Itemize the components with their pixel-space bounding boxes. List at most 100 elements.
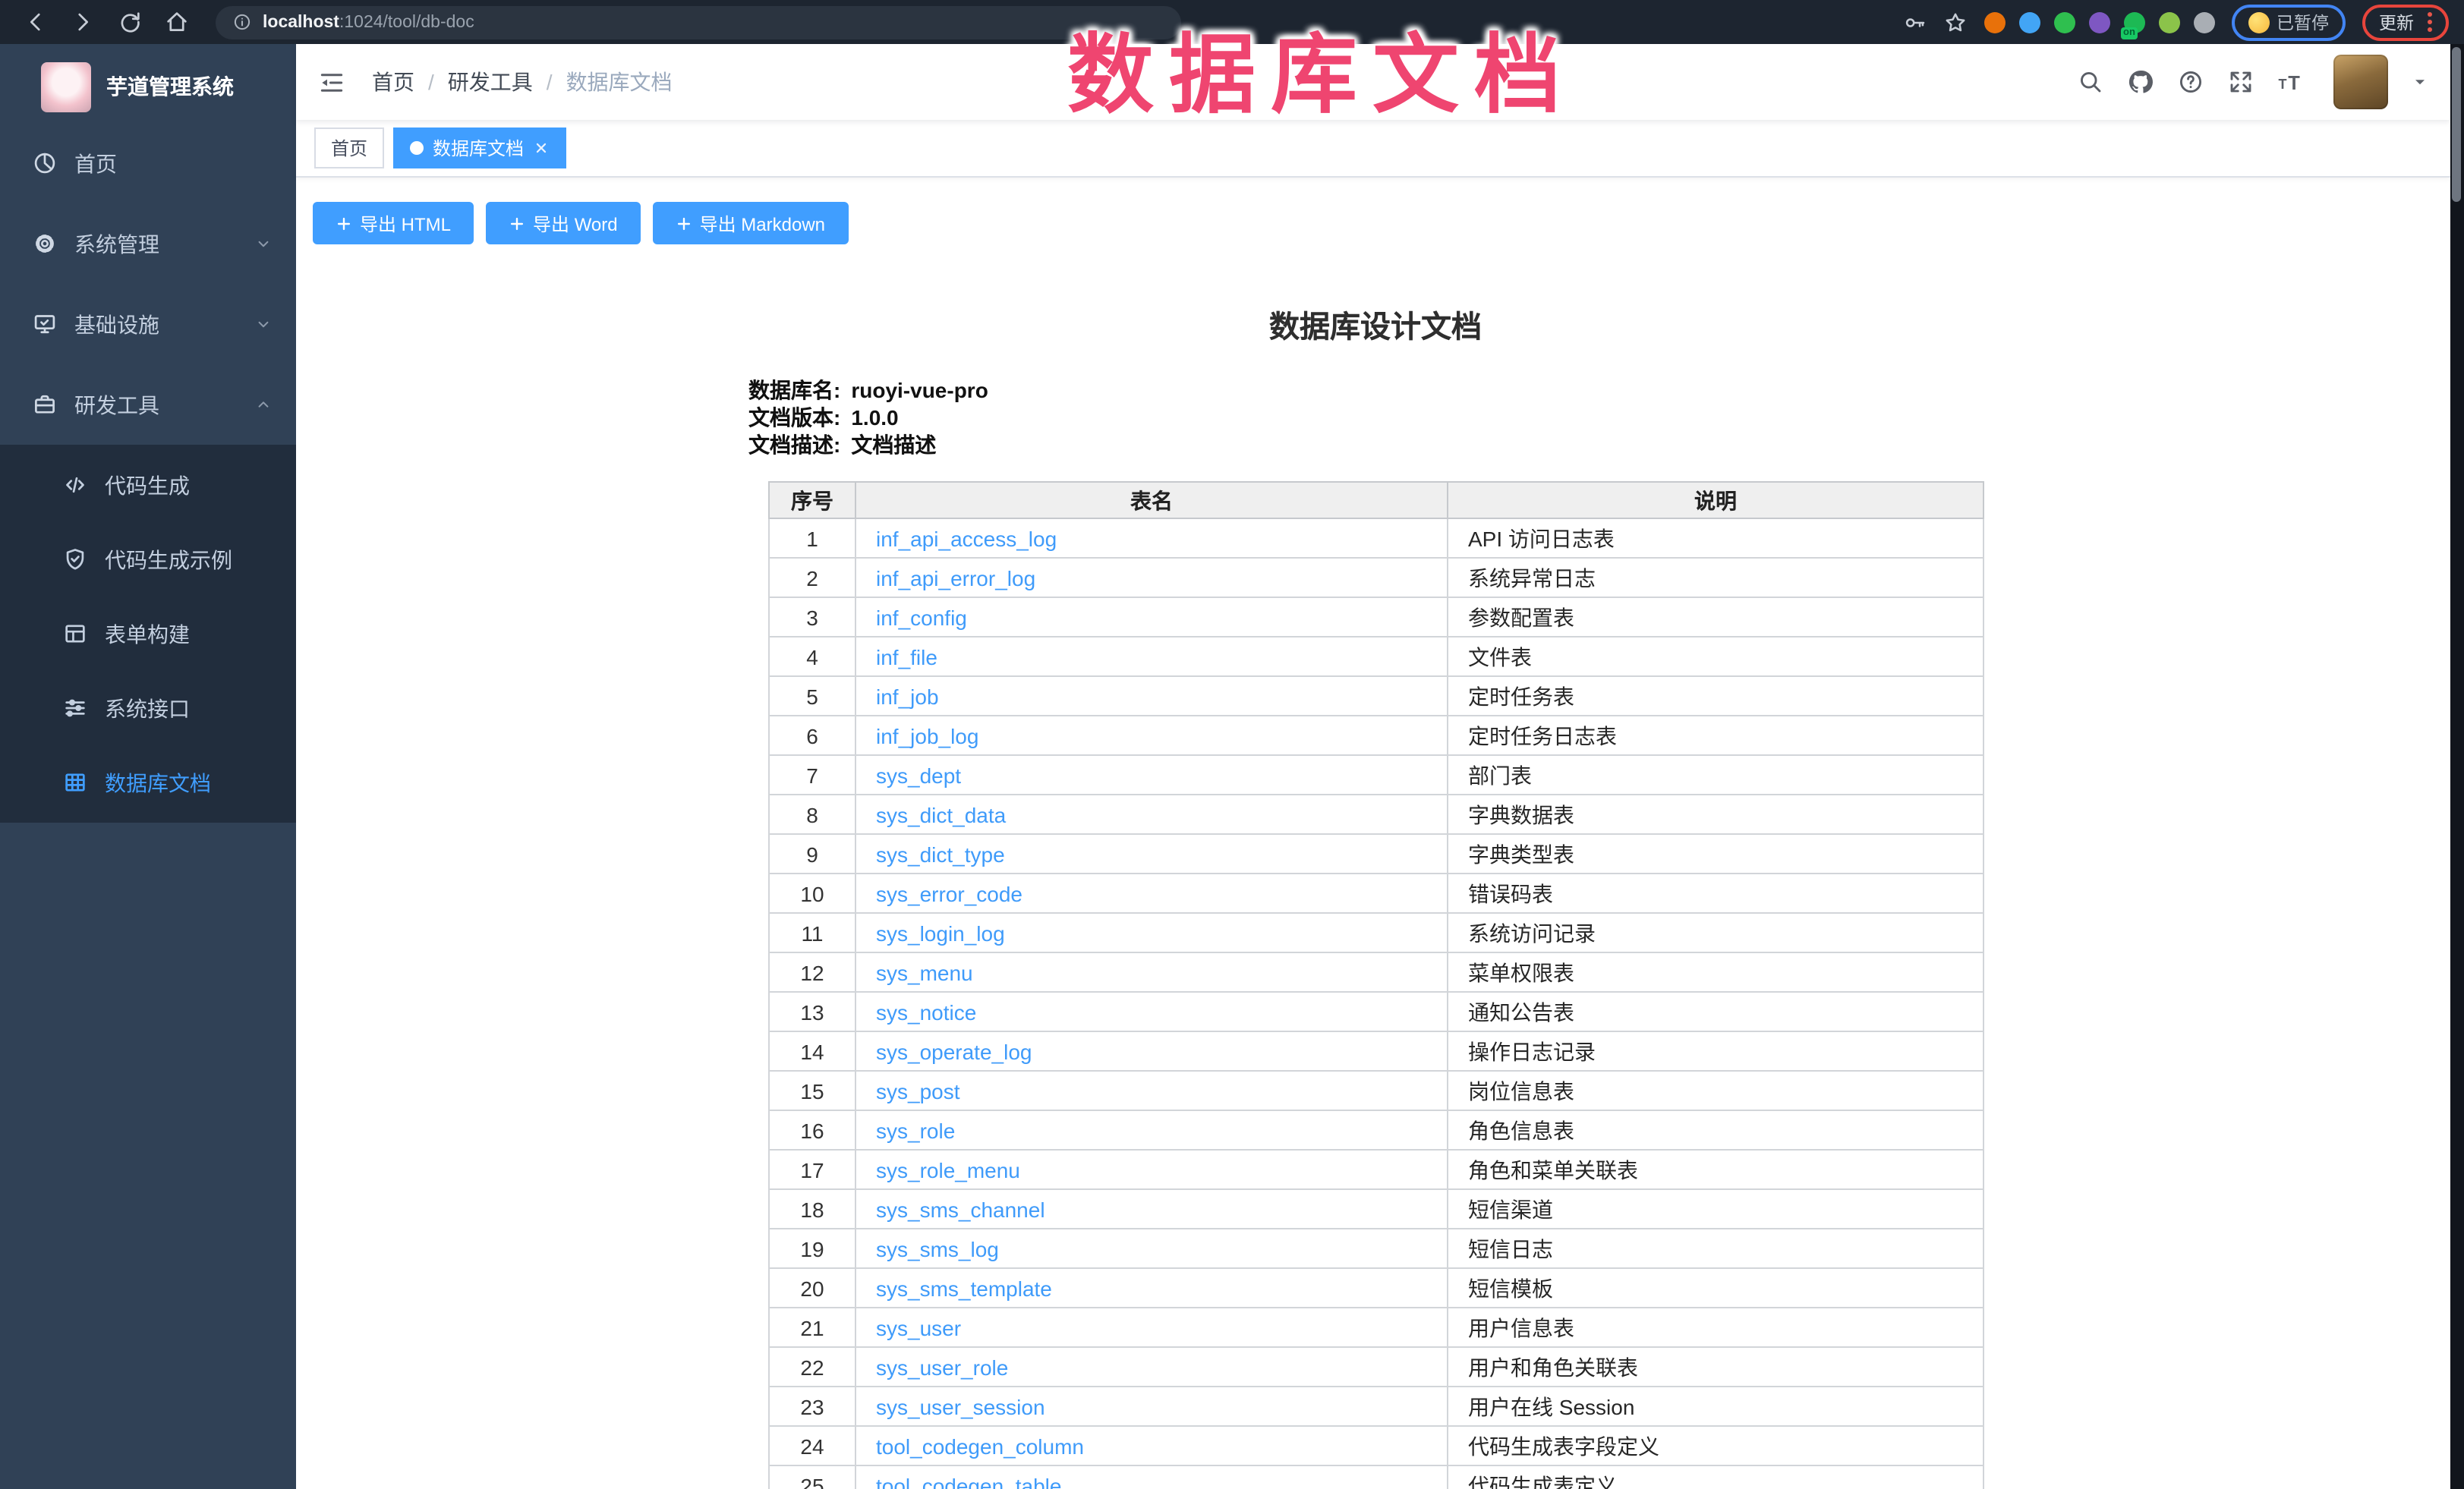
update-label: 更新: [2379, 10, 2414, 34]
table-name-link[interactable]: sys_sms_template: [876, 1276, 1052, 1300]
table-name-link[interactable]: tool_codegen_table: [876, 1473, 1061, 1489]
sidebar-submenu: 代码生成 代码生成示例 表单构建 系统接口 数据库文档: [0, 445, 296, 823]
row-number: 12: [769, 952, 855, 992]
ext-green-check-icon[interactable]: [2053, 11, 2075, 33]
sidebar-menu-item[interactable]: 系统管理: [0, 203, 296, 284]
browser-scrollbar[interactable]: [2450, 44, 2464, 1489]
table-description: 参数配置表: [1448, 597, 1983, 637]
row-number: 5: [769, 676, 855, 716]
table-name-link[interactable]: inf_config: [876, 605, 967, 629]
scrollbar-thumb[interactable]: [2452, 47, 2461, 202]
ext-colorful-grid-icon[interactable]: [2088, 11, 2110, 33]
ext-puzzle-icon[interactable]: [2193, 11, 2214, 33]
tag[interactable]: 数据库文档: [393, 127, 566, 168]
table-name-link[interactable]: tool_codegen_column: [876, 1434, 1084, 1458]
font-size-icon[interactable]: TT: [2277, 68, 2305, 96]
table-name-link[interactable]: sys_dict_data: [876, 802, 1006, 826]
table-name-link[interactable]: sys_role_menu: [876, 1157, 1020, 1182]
help-icon[interactable]: [2177, 68, 2204, 96]
ext-blue-drop-icon[interactable]: [2018, 11, 2040, 33]
table-name-link[interactable]: sys_notice: [876, 999, 976, 1024]
fullscreen-icon[interactable]: [2227, 68, 2254, 96]
table-name-link[interactable]: inf_api_access_log: [876, 526, 1057, 550]
row-number: 2: [769, 558, 855, 597]
table-name-link[interactable]: sys_dict_type: [876, 842, 1005, 866]
table-name-link[interactable]: sys_login_log: [876, 921, 1005, 945]
table-name-link[interactable]: inf_api_error_log: [876, 565, 1035, 590]
table-name-link[interactable]: sys_sms_log: [876, 1236, 999, 1261]
tag-dot-icon: [410, 141, 424, 155]
table-name-link[interactable]: sys_user_role: [876, 1355, 1008, 1379]
navbar-actions: TT: [2077, 55, 2429, 109]
doc-meta-line: 文档描述:文档描述: [748, 431, 2450, 458]
sidebar-collapse-icon[interactable]: [317, 68, 346, 96]
sidebar-menu-item[interactable]: 基础设施: [0, 284, 296, 364]
submenu-item-label: 代码生成: [105, 470, 190, 500]
user-avatar[interactable]: [2333, 55, 2388, 109]
sidebar-submenu-item[interactable]: 数据库文档: [0, 745, 296, 820]
address-bar[interactable]: localhost:1024/tool/db-doc: [216, 5, 1181, 39]
profile-paused-chip[interactable]: 已暂停: [2231, 4, 2346, 40]
table-name-link[interactable]: sys_dept: [876, 763, 961, 787]
chrome-update-button[interactable]: 更新: [2362, 4, 2449, 40]
sidebar-submenu-item[interactable]: 系统接口: [0, 671, 296, 745]
table-description: 定时任务表: [1448, 676, 1983, 716]
table-name-link[interactable]: sys_sms_channel: [876, 1197, 1045, 1221]
breadcrumb-item[interactable]: 研发工具: [448, 67, 533, 97]
sidebar-submenu-item[interactable]: 代码生成: [0, 448, 296, 522]
tag[interactable]: 首页: [314, 127, 384, 168]
table-name-link[interactable]: sys_role: [876, 1118, 955, 1142]
ext-spotify-icon[interactable]: on: [2123, 11, 2144, 33]
home-icon[interactable]: [164, 9, 190, 35]
table-row: 10 sys_error_code 错误码表: [769, 874, 1983, 913]
table-description: 定时任务日志表: [1448, 716, 1983, 755]
table-name-link[interactable]: sys_error_code: [876, 881, 1022, 905]
table-name-link[interactable]: sys_menu: [876, 960, 973, 984]
table-name-link[interactable]: sys_operate_log: [876, 1039, 1032, 1063]
back-icon[interactable]: [23, 9, 49, 35]
caret-down-icon[interactable]: [2411, 73, 2429, 91]
code-icon: [62, 472, 88, 498]
table-name-link[interactable]: sys_user: [876, 1315, 961, 1339]
shield-check-icon: [62, 546, 88, 572]
table-name-link[interactable]: inf_job_log: [876, 723, 978, 748]
tag-label: 首页: [331, 135, 367, 161]
table-row: 4 inf_file 文件表: [769, 637, 1983, 676]
export-button[interactable]: 导出 Word: [486, 202, 641, 244]
table-row: 9 sys_dict_type 字典类型表: [769, 834, 1983, 874]
table-row: 25 tool_codegen_table 代码生成表定义: [769, 1465, 1983, 1489]
export-button[interactable]: 导出 HTML: [313, 202, 474, 244]
sliders-icon: [62, 695, 88, 721]
table-description: 短信渠道: [1448, 1189, 1983, 1229]
table-name-link[interactable]: inf_job: [876, 684, 939, 708]
sidebar-submenu-item[interactable]: 表单构建: [0, 597, 296, 671]
app-logo-row[interactable]: 芋道管理系统: [0, 56, 296, 117]
close-icon[interactable]: [533, 140, 550, 156]
key-icon[interactable]: [1902, 10, 1926, 34]
forward-icon[interactable]: [70, 9, 96, 35]
doc-title: 数据库设计文档: [768, 302, 1983, 346]
bookmark-star-icon[interactable]: [1943, 10, 1967, 34]
browser-menu-kebab-icon[interactable]: [2428, 12, 2432, 32]
menu-item-label: 基础设施: [74, 309, 159, 339]
table-name-link[interactable]: sys_post: [876, 1078, 960, 1103]
sidebar-submenu-item[interactable]: 代码生成示例: [0, 522, 296, 597]
breadcrumb: 首页/研发工具/数据库文档: [372, 67, 673, 97]
table-name-link[interactable]: sys_user_session: [876, 1394, 1045, 1418]
ext-green-leaf-icon[interactable]: [2158, 11, 2179, 33]
column-header: 表名: [855, 482, 1448, 518]
doc-meta-line: 文档版本:1.0.0: [748, 404, 2450, 431]
sidebar-menu-item[interactable]: 首页: [0, 123, 296, 203]
ext-orange-icon[interactable]: [1983, 11, 2005, 33]
export-button[interactable]: 导出 Markdown: [653, 202, 848, 244]
export-button-label: 导出 Word: [533, 210, 618, 236]
sidebar-menu-item[interactable]: 研发工具: [0, 364, 296, 445]
github-icon[interactable]: [2127, 68, 2154, 96]
search-icon[interactable]: [2077, 68, 2104, 96]
site-info-icon[interactable]: [232, 12, 252, 32]
table-name-link[interactable]: inf_file: [876, 644, 937, 669]
reload-icon[interactable]: [117, 9, 143, 35]
submenu-item-label: 代码生成示例: [105, 544, 232, 575]
breadcrumb-item[interactable]: 首页: [372, 67, 414, 97]
extension-on-badge: on: [2120, 27, 2138, 39]
